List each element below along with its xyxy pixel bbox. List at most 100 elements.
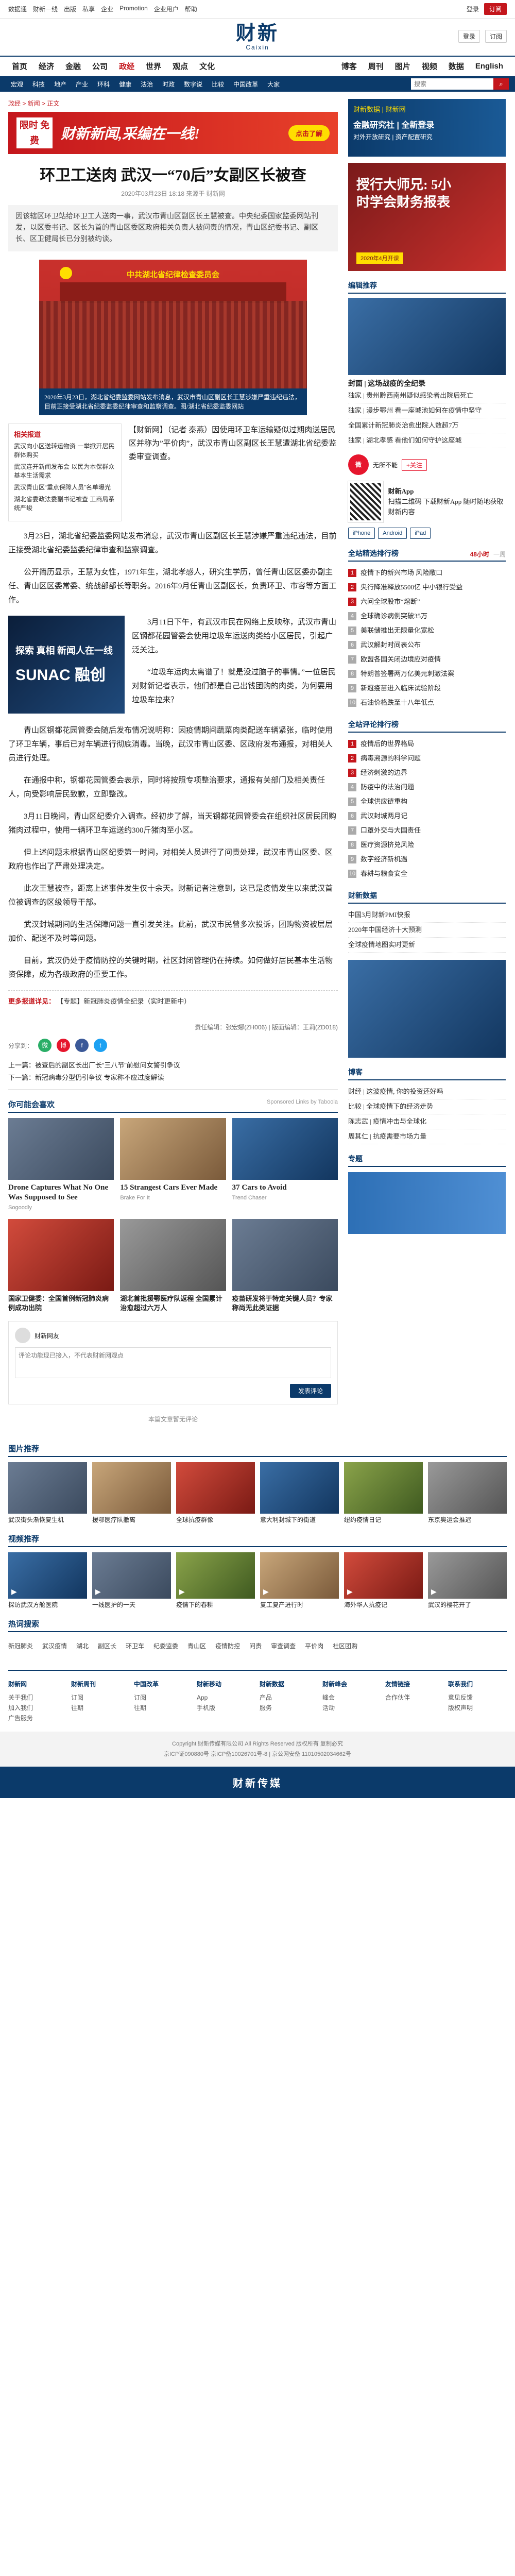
hot-link[interactable]: 审查调查 bbox=[271, 1641, 296, 1650]
picture-card[interactable]: 意大利封城下的街道 bbox=[260, 1462, 339, 1524]
footer-link[interactable]: 订阅 bbox=[134, 1692, 193, 1703]
special-banner[interactable] bbox=[348, 1172, 506, 1234]
footer-link[interactable]: 合作伙伴 bbox=[385, 1692, 444, 1703]
picture-card[interactable]: 纽约疫情日记 bbox=[344, 1462, 423, 1524]
hot-link[interactable]: 青山区 bbox=[187, 1641, 206, 1650]
app-ipad-button[interactable]: iPad bbox=[410, 528, 431, 539]
nav-item-china[interactable]: 政经 bbox=[113, 61, 140, 72]
nav-item-video[interactable]: 视频 bbox=[416, 61, 443, 72]
related-card[interactable]: 湖北首批援鄂医疗队返程 全国累计治愈超过六万人 bbox=[120, 1219, 226, 1313]
search-input[interactable] bbox=[411, 78, 493, 90]
picture-card[interactable]: 东京奥运会推迟 bbox=[428, 1462, 507, 1524]
hot-link[interactable]: 纪委监委 bbox=[153, 1641, 178, 1650]
rank-item[interactable]: 9 数字经济新机遇 bbox=[348, 852, 506, 867]
prev-article-link[interactable]: 上一篇：被查后的副区长出厂长“三八节”前慰问女警引争议 bbox=[8, 1059, 338, 1072]
footer-link[interactable]: 加入我们 bbox=[8, 1703, 67, 1713]
footer-link[interactable]: 意见反馈 bbox=[448, 1692, 507, 1703]
subnav-item[interactable]: 比较 bbox=[207, 80, 229, 89]
video-card[interactable]: 武汉的樱花开了 bbox=[428, 1552, 507, 1609]
submit-comment-button[interactable]: 发表评论 bbox=[289, 1384, 331, 1398]
nav-item-photos[interactable]: 图片 bbox=[389, 61, 416, 72]
masthead-subscribe[interactable]: 订阅 bbox=[485, 30, 507, 43]
rank-item[interactable]: 9 新冠疫苗进入临床试验阶段 bbox=[348, 681, 506, 696]
video-card[interactable]: 海外华人抗疫记 bbox=[344, 1552, 423, 1609]
subnav-item[interactable]: 时政 bbox=[158, 80, 179, 89]
more-coverage-link[interactable]: 【专题】新冠肺炎疫情全纪录（实时更新中） bbox=[57, 997, 191, 1005]
subnav-item[interactable]: 地产 bbox=[49, 80, 71, 89]
rank-item[interactable]: 8 特朗普签署两万亿美元刺激法案 bbox=[348, 667, 506, 681]
subnav-item[interactable]: 产业 bbox=[71, 80, 93, 89]
twitter-share-icon[interactable]: t bbox=[94, 1039, 108, 1052]
breadcrumb[interactable]: 政经 > 新闻 > 正文 bbox=[8, 99, 338, 108]
hot-link[interactable]: 环卫车 bbox=[126, 1641, 144, 1650]
rank-item[interactable]: 3 六问全球股市“熔断” bbox=[348, 595, 506, 609]
subnav-item[interactable]: 数字说 bbox=[179, 80, 207, 89]
hot-link[interactable]: 湖北 bbox=[76, 1641, 89, 1650]
footer-link[interactable]: 往期 bbox=[71, 1703, 130, 1713]
rank-item[interactable]: 1 疫情下的新兴市场 风险敞口 bbox=[348, 566, 506, 580]
rank-item[interactable]: 3 经济刺激的边界 bbox=[348, 766, 506, 780]
inline-ad-image[interactable]: 探索 真相 新闻人在一线 SUNAC 融创 bbox=[8, 616, 125, 714]
hot-link[interactable]: 新冠肺炎 bbox=[8, 1641, 33, 1650]
subnav-item[interactable]: 中国改革 bbox=[229, 80, 263, 89]
editor-pick-feature[interactable]: 封面 | 这场战疫的全纪录 bbox=[348, 298, 506, 388]
related-card[interactable]: 疫苗研发将于特定关键人员？专家称尚无此类证据 bbox=[232, 1219, 338, 1313]
list-item[interactable]: 周其仁 | 抗疫需要市场力量 bbox=[348, 1129, 506, 1144]
nav-item-economy[interactable]: 经济 bbox=[33, 61, 60, 72]
login-link[interactable]: 登录 bbox=[467, 5, 479, 13]
top-link[interactable]: 数据通 bbox=[8, 5, 27, 13]
footer-link[interactable]: App bbox=[197, 1692, 255, 1703]
sponsored-card[interactable]: 15 Strangest Cars Ever Made Brake For It bbox=[120, 1118, 226, 1211]
related-report-link[interactable]: 湖北省委政法委副书记被查 工商局系统严峻 bbox=[14, 495, 116, 513]
rank-item[interactable]: 1 疫情后的世界格局 bbox=[348, 737, 506, 751]
subnav-item[interactable]: 法治 bbox=[136, 80, 158, 89]
top-link[interactable]: Promotion bbox=[119, 5, 148, 13]
rank-item[interactable]: 5 美联储推出无限量化宽松 bbox=[348, 623, 506, 638]
ad-button[interactable]: 点击了解 bbox=[288, 125, 330, 141]
nav-item-home[interactable]: 首页 bbox=[6, 61, 33, 72]
list-item[interactable]: 全球疫情地图实时更新 bbox=[348, 938, 506, 953]
nav-item-blog[interactable]: 博客 bbox=[336, 61, 363, 72]
top-link[interactable]: 企业用户 bbox=[154, 5, 179, 13]
nav-item-companies[interactable]: 公司 bbox=[87, 61, 113, 72]
footer-link[interactable]: 活动 bbox=[322, 1703, 381, 1713]
nav-item-data[interactable]: 数据 bbox=[443, 61, 470, 72]
related-report-link[interactable]: 武汉青山区“重点保障人员”名单曝光 bbox=[14, 483, 116, 492]
app-android-button[interactable]: Android bbox=[378, 528, 407, 539]
rank-item[interactable]: 8 医疗资源挤兑风险 bbox=[348, 838, 506, 852]
subnav-item[interactable]: 大家 bbox=[263, 80, 284, 89]
wechat-share-icon[interactable]: 微 bbox=[38, 1039, 52, 1052]
video-card[interactable]: 疫情下的春耕 bbox=[176, 1552, 255, 1609]
sponsored-card[interactable]: 37 Cars to Avoid Trend Chaser bbox=[232, 1118, 338, 1211]
app-iphone-button[interactable]: iPhone bbox=[348, 528, 375, 539]
picture-card[interactable]: 全球抗疫群像 bbox=[176, 1462, 255, 1524]
sidebar-ad-banner[interactable] bbox=[348, 960, 506, 1058]
search-button[interactable]: ⌕ bbox=[493, 78, 509, 90]
top-link[interactable]: 出版 bbox=[64, 5, 76, 13]
list-item[interactable]: 2020年中国经济十大预测 bbox=[348, 923, 506, 938]
picture-card[interactable]: 武汉街头渐恢复生机 bbox=[8, 1462, 87, 1524]
list-item[interactable]: 比较 | 全球疫情下的经济走势 bbox=[348, 1099, 506, 1114]
nav-item-weekly[interactable]: 周刊 bbox=[363, 61, 389, 72]
top-ad-banner[interactable]: 限时 免费 财新新闻,采编在一线! 点击了解 bbox=[8, 112, 338, 154]
footer-link[interactable]: 关于我们 bbox=[8, 1692, 67, 1703]
rank-item[interactable]: 5 全球供应链重构 bbox=[348, 794, 506, 809]
nav-item-finance[interactable]: 金融 bbox=[60, 61, 87, 72]
rank-item[interactable]: 10 石油价格跌至十八年低点 bbox=[348, 696, 506, 710]
top-link[interactable]: 财新一线 bbox=[33, 5, 58, 13]
hot-link[interactable]: 平价肉 bbox=[305, 1641, 323, 1650]
sponsored-by[interactable]: Sponsored Links by Taboola bbox=[267, 1099, 338, 1110]
nav-item-opinion[interactable]: 观点 bbox=[167, 61, 194, 72]
weibo-follow-button[interactable]: +关注 bbox=[402, 459, 427, 471]
related-report-link[interactable]: 武汉向小区送转运物资 一举掀开居民群体购买 bbox=[14, 442, 116, 460]
rank-item[interactable]: 10 春耕与粮食安全 bbox=[348, 867, 506, 881]
rank-item[interactable]: 6 武汉解封时间表公布 bbox=[348, 638, 506, 652]
list-item[interactable]: 独家 | 漫步鄂州 看一座城池如何在疫情中坚守 bbox=[348, 403, 506, 418]
next-article-link[interactable]: 下一篇：新冠病毒分型仍引争议 专家称不应过度解读 bbox=[8, 1072, 338, 1084]
footer-link[interactable]: 版权声明 bbox=[448, 1703, 507, 1713]
nav-item-culture[interactable]: 文化 bbox=[194, 61, 220, 72]
rank-item[interactable]: 4 防疫中的法治问题 bbox=[348, 780, 506, 794]
sponsored-card[interactable]: Drone Captures What No One Was Supposed … bbox=[8, 1118, 114, 1211]
list-item[interactable]: 独家 | 贵州黔西南州疑似感染者出院后死亡 bbox=[348, 388, 506, 403]
video-card[interactable]: 复工复产进行时 bbox=[260, 1552, 339, 1609]
